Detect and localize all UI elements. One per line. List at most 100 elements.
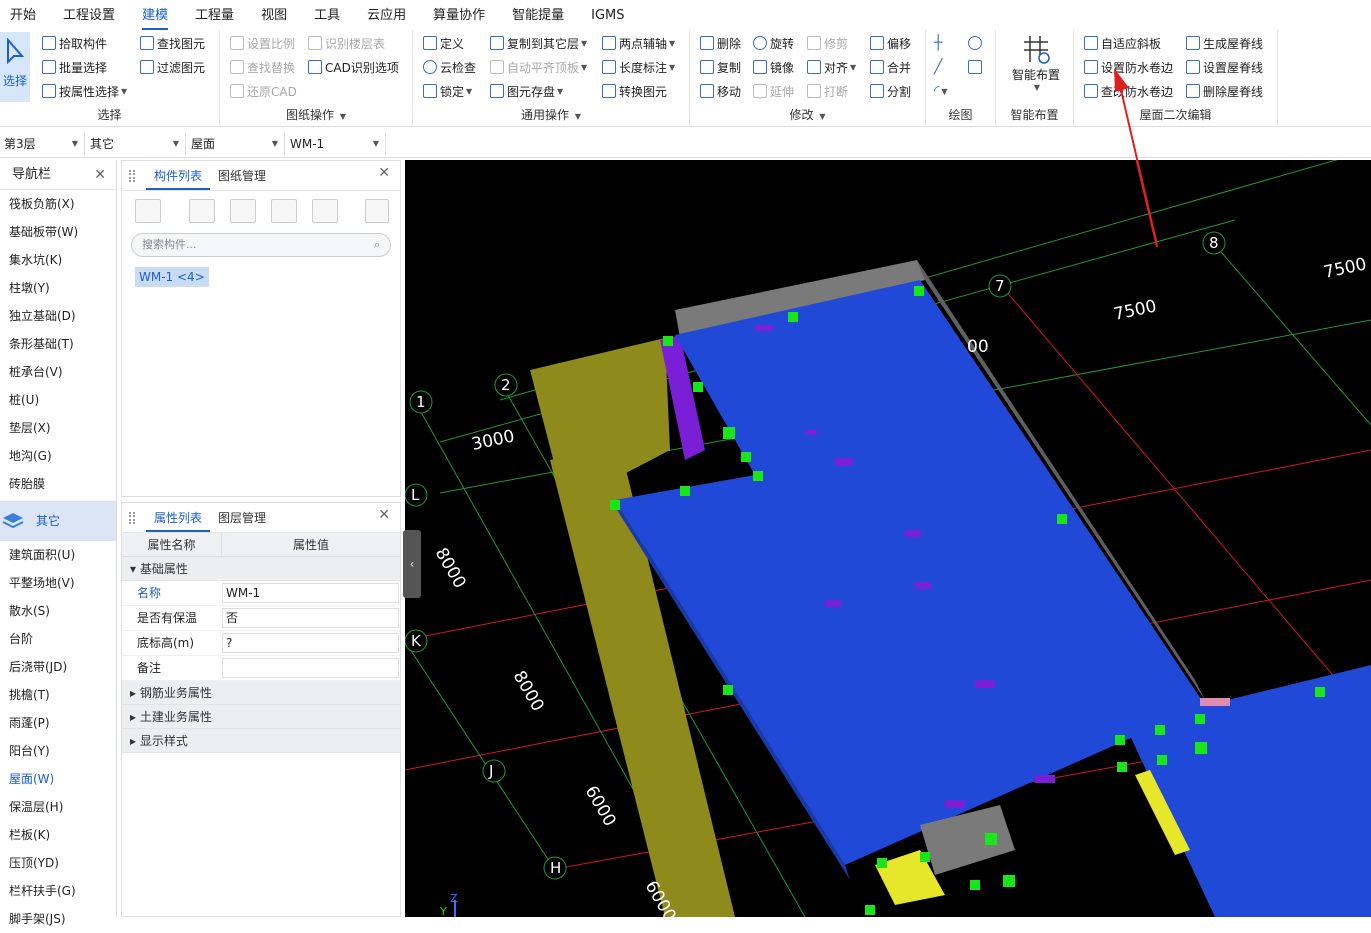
section-rebar[interactable]: ▸ 钢筋业务属性 bbox=[122, 681, 400, 705]
menu-tab-view[interactable]: 视图 bbox=[261, 0, 287, 30]
element-save-button[interactable]: 图元存盘 ▼ bbox=[490, 81, 563, 101]
property-value-field[interactable] bbox=[222, 658, 399, 678]
nav-item[interactable]: 后浇带(JD) bbox=[0, 653, 116, 681]
tab-layer-management[interactable]: 图层管理 bbox=[210, 504, 274, 532]
auto-align-slab-button[interactable]: 自动平齐顶板 ▼ bbox=[490, 57, 587, 77]
align-button[interactable]: 对齐 ▼ bbox=[807, 57, 856, 77]
nav-item[interactable]: 雨蓬(P) bbox=[0, 709, 116, 737]
drag-grip-icon[interactable] bbox=[129, 512, 135, 524]
arc-draw-button[interactable]: ◜ ▼ bbox=[934, 81, 948, 101]
section-display[interactable]: ▸ 显示样式 bbox=[122, 729, 400, 753]
lock-button[interactable]: 锁定 ▼ bbox=[423, 81, 472, 101]
nav-item[interactable]: 建筑面积(U) bbox=[0, 541, 116, 569]
nav-item[interactable]: 柱墩(Y) bbox=[0, 274, 116, 302]
nav-item[interactable]: 挑檐(T) bbox=[0, 681, 116, 709]
nav-item[interactable]: 屋面(W) bbox=[0, 765, 116, 793]
nav-item[interactable]: 脚手架(JS) bbox=[0, 905, 116, 933]
close-icon[interactable]: ✕ bbox=[378, 165, 390, 181]
close-icon[interactable]: ✕ bbox=[378, 507, 390, 523]
save-component-button[interactable] bbox=[312, 199, 338, 223]
two-point-axis-button[interactable]: 两点辅轴 ▼ bbox=[602, 33, 675, 53]
floor-select[interactable]: 第3层 ▼ bbox=[0, 133, 85, 155]
nav-item[interactable]: 集水坑(K) bbox=[0, 246, 116, 274]
component-item[interactable]: WM-1 <4> bbox=[135, 267, 209, 287]
identify-floor-table-button[interactable]: 识别楼层表 bbox=[308, 33, 385, 53]
type-select[interactable]: 屋面 ▼ bbox=[187, 133, 285, 155]
menu-tab-igms[interactable]: IGMS bbox=[591, 0, 624, 30]
rotate-button[interactable]: 旋转 bbox=[753, 33, 794, 53]
component-search-input[interactable]: 搜索构件... ⌕ bbox=[131, 233, 391, 257]
set-ridge-button[interactable]: 设置屋脊线 bbox=[1186, 57, 1263, 77]
nav-item[interactable]: 桩承台(V) bbox=[0, 358, 116, 386]
nav-item[interactable]: 压顶(YD) bbox=[0, 849, 116, 877]
move-button[interactable]: 移动 bbox=[700, 81, 741, 101]
menu-tab-smart-extract[interactable]: 智能提量 bbox=[512, 0, 564, 30]
adaptive-slope-button[interactable]: 自适应斜板 bbox=[1084, 33, 1161, 53]
nav-item[interactable]: 筏板负筋(X) bbox=[0, 190, 116, 218]
menu-tab-cloud[interactable]: 云应用 bbox=[367, 0, 406, 30]
nav-item[interactable]: 地沟(G) bbox=[0, 442, 116, 470]
tab-property-list[interactable]: 属性列表 bbox=[146, 504, 211, 532]
tab-component-list[interactable]: 构件列表 bbox=[146, 162, 211, 190]
property-value-field[interactable]: ? bbox=[222, 633, 399, 653]
line-draw-button[interactable]: ╱ bbox=[934, 57, 942, 77]
menu-tab-quantities[interactable]: 工程量 bbox=[195, 0, 234, 30]
trim-button[interactable]: 修剪 bbox=[807, 33, 848, 53]
offset-button[interactable]: 偏移 bbox=[870, 33, 911, 53]
delete-component-button[interactable] bbox=[230, 199, 256, 223]
copy-to-other-floor-button[interactable]: 复制到其它层 ▼ bbox=[490, 33, 587, 53]
rotate-point-button[interactable] bbox=[968, 33, 985, 53]
find-element-button[interactable]: 查找图元 bbox=[140, 33, 205, 53]
category-select[interactable]: 其它 ▼ bbox=[86, 133, 186, 155]
mirror-button[interactable]: 镜像 bbox=[753, 57, 794, 77]
nav-item[interactable]: 独立基础(D) bbox=[0, 302, 116, 330]
more-button[interactable] bbox=[365, 199, 389, 223]
nav-item[interactable]: 条形基础(T) bbox=[0, 330, 116, 358]
nav-item[interactable]: 栏杆扶手(G) bbox=[0, 877, 116, 905]
batch-select-button[interactable]: 批量选择 bbox=[42, 57, 107, 77]
pick-component-button[interactable]: 拾取构件 bbox=[42, 33, 107, 53]
section-basic[interactable]: ▾ 基础属性 bbox=[122, 557, 400, 581]
break-button[interactable]: 打断 bbox=[807, 81, 848, 101]
nav-group-other[interactable]: 其它 bbox=[0, 501, 116, 541]
select-by-attribute-button[interactable]: 按属性选择 ▼ bbox=[42, 81, 127, 101]
extend-button[interactable]: 延伸 bbox=[753, 81, 794, 101]
menu-tab-collaboration[interactable]: 算量协作 bbox=[433, 0, 485, 30]
split-button[interactable]: 分割 bbox=[870, 81, 911, 101]
close-icon[interactable]: ✕ bbox=[94, 160, 106, 190]
nav-item[interactable]: 阳台(Y) bbox=[0, 737, 116, 765]
property-value-field[interactable]: WM-1 bbox=[222, 583, 399, 603]
nav-item[interactable]: 砖胎膜 bbox=[0, 470, 116, 498]
point-draw-button[interactable]: ┼ bbox=[934, 33, 942, 53]
convert-element-button[interactable]: 转换图元 bbox=[602, 81, 667, 101]
find-replace-button[interactable]: 查找替换 bbox=[230, 57, 295, 77]
cad-options-button[interactable]: CAD识别选项 bbox=[308, 57, 399, 77]
property-value-field[interactable]: 否 bbox=[222, 608, 399, 628]
menu-tab-modeling[interactable]: 建模 bbox=[142, 0, 169, 30]
set-scale-button[interactable]: 设置比例 bbox=[230, 33, 295, 53]
duplicate-component-button[interactable] bbox=[189, 199, 215, 223]
delete-button[interactable]: 删除 bbox=[700, 33, 741, 53]
nav-item[interactable]: 台阶 bbox=[0, 625, 116, 653]
rect-draw-button[interactable] bbox=[968, 57, 985, 77]
restore-cad-button[interactable]: 还原CAD bbox=[230, 81, 297, 101]
nav-item[interactable]: 垫层(X) bbox=[0, 414, 116, 442]
delete-ridge-button[interactable]: 删除屋脊线 bbox=[1186, 81, 1263, 101]
new-component-button[interactable] bbox=[135, 199, 161, 223]
define-button[interactable]: 定义 bbox=[423, 33, 464, 53]
cloud-check-button[interactable]: 云检查 bbox=[423, 57, 476, 77]
nav-item[interactable]: 基础板带(W) bbox=[0, 218, 116, 246]
generate-ridge-button[interactable]: 生成屋脊线 bbox=[1186, 33, 1263, 53]
3d-viewport[interactable]: 1 2 7 8 L K J H 3000 7500 7500 8000 8000… bbox=[405, 160, 1371, 917]
copy-component-button[interactable] bbox=[271, 199, 297, 223]
model-canvas[interactable]: 1 2 7 8 L K J H 3000 7500 7500 8000 8000… bbox=[405, 160, 1371, 917]
select-button[interactable]: 选择 bbox=[0, 32, 30, 102]
nav-item[interactable]: 散水(S) bbox=[0, 597, 116, 625]
panel-collapse-handle[interactable]: ‹ bbox=[403, 530, 421, 598]
nav-item[interactable]: 保温层(H) bbox=[0, 793, 116, 821]
smart-layout-button[interactable]: 智能布置 ▼ bbox=[1008, 34, 1064, 92]
copy-button[interactable]: 复制 bbox=[700, 57, 741, 77]
drag-grip-icon[interactable] bbox=[129, 170, 135, 182]
menu-tab-start[interactable]: 开始 bbox=[10, 0, 36, 30]
component-select[interactable]: WM-1 ▼ bbox=[286, 133, 386, 155]
